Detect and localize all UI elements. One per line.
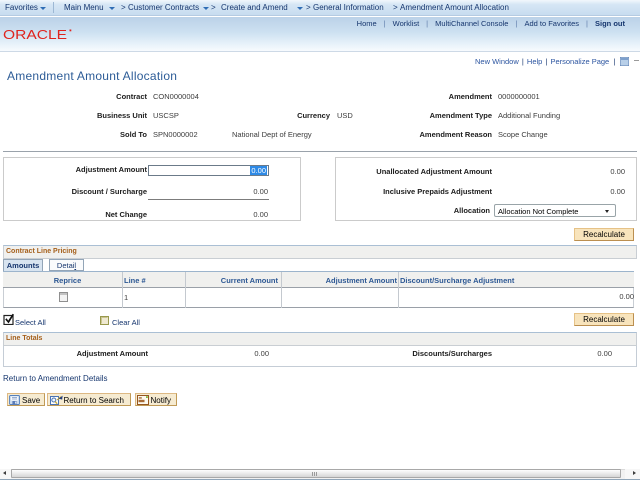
svg-text:ORACLE: ORACLE [3,28,67,42]
